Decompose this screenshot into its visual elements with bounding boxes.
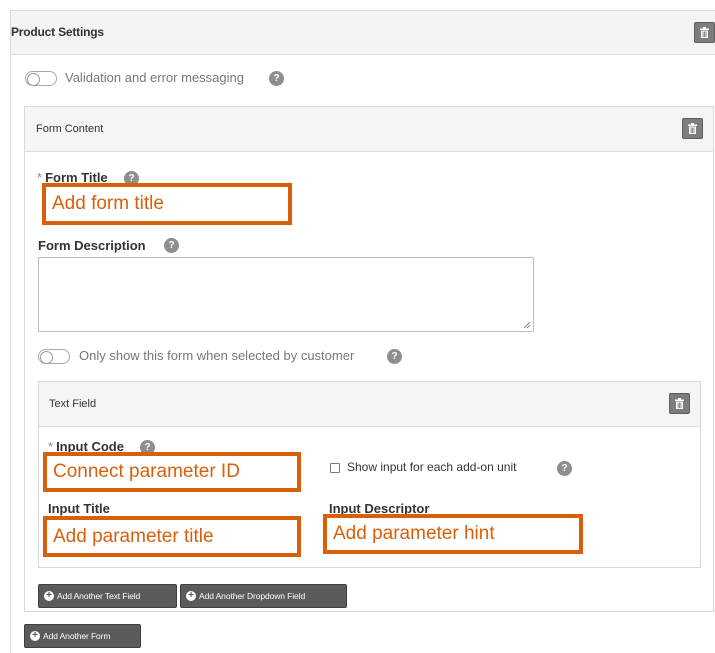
text-field-title: Text Field <box>49 398 97 410</box>
help-icon[interactable]: ? <box>269 71 284 86</box>
input-descriptor-input[interactable]: Add parameter hint <box>323 514 583 554</box>
delete-product-settings-button[interactable] <box>694 22 715 43</box>
text-field-header: Text Field <box>39 382 700 427</box>
trash-icon <box>688 123 697 134</box>
help-icon[interactable]: ? <box>557 461 572 476</box>
product-settings-header: Product Settings <box>11 11 715 55</box>
input-title-input[interactable]: Add parameter title <box>43 516 301 557</box>
product-settings-title: Product Settings <box>11 25 104 39</box>
add-dropdown-field-button[interactable]: + Add Another Dropdown Field <box>180 584 347 608</box>
add-form-button-label: Add Another Form <box>43 631 111 641</box>
form-description-label: Form Description <box>38 238 146 253</box>
resize-grip-icon[interactable] <box>523 321 531 329</box>
trash-icon <box>675 398 684 409</box>
show-input-checkbox[interactable] <box>330 463 340 473</box>
product-settings-panel: Product Settings Validation and error me… <box>10 10 715 653</box>
form-content-title: Form Content <box>36 123 104 135</box>
plus-circle-icon: + <box>44 591 54 601</box>
input-code-input[interactable]: Connect parameter ID <box>43 452 301 492</box>
form-content-panel: Form Content * Form Title ? Add form titl… <box>24 106 714 612</box>
add-text-field-button-label: Add Another Text Field <box>57 591 141 601</box>
add-form-button[interactable]: + Add Another Form <box>24 624 141 648</box>
plus-circle-icon: + <box>30 631 40 641</box>
input-title-label: Input Title <box>48 501 110 516</box>
add-text-field-button[interactable]: + Add Another Text Field <box>38 584 177 608</box>
form-content-header: Form Content <box>25 107 713 152</box>
validation-toggle[interactable] <box>25 71 57 86</box>
only-show-toggle-label: Only show this form when selected by cus… <box>79 348 355 363</box>
delete-form-content-button[interactable] <box>682 118 703 139</box>
show-input-checkbox-label: Show input for each add-on unit <box>347 460 517 474</box>
validation-toggle-label: Validation and error messaging <box>65 70 244 85</box>
help-icon[interactable]: ? <box>387 349 402 364</box>
help-icon[interactable]: ? <box>164 238 179 253</box>
form-title-input[interactable]: Add form title <box>42 183 292 225</box>
add-dropdown-field-button-label: Add Another Dropdown Field <box>199 591 306 601</box>
delete-text-field-button[interactable] <box>669 393 690 414</box>
text-field-panel: Text Field * Input Code ? Connect paramet… <box>38 381 701 568</box>
form-description-textarea[interactable] <box>38 257 534 332</box>
plus-circle-icon: + <box>186 591 196 601</box>
only-show-toggle[interactable] <box>38 349 70 364</box>
trash-icon <box>700 27 709 38</box>
